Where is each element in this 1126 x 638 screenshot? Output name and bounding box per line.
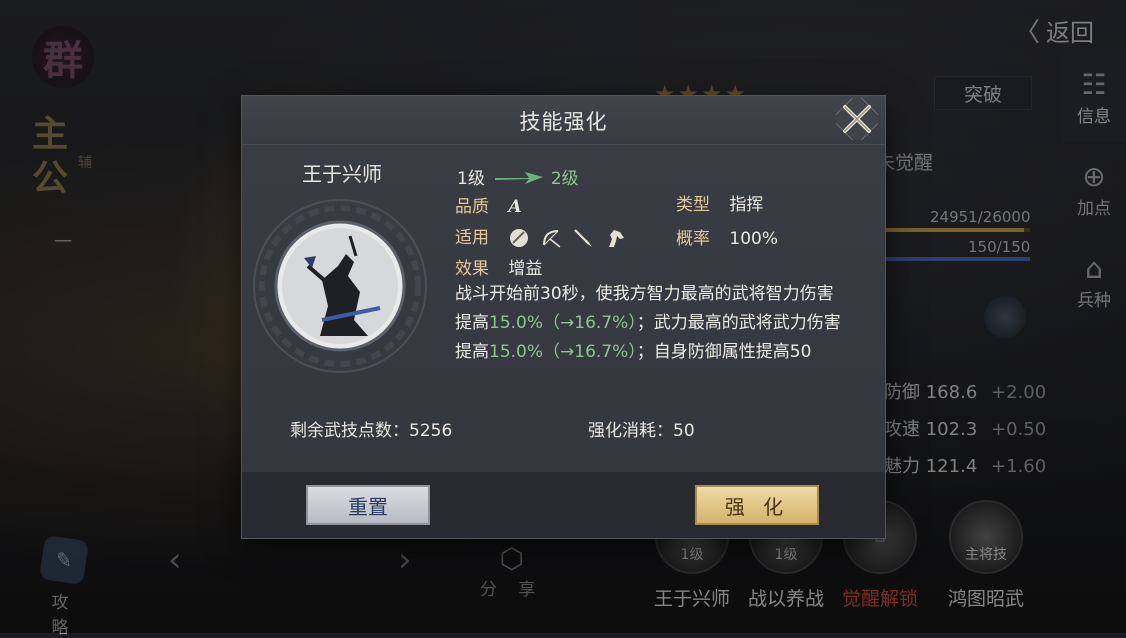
cost-value: 50 [673, 421, 695, 441]
type-label: 类型 [676, 195, 710, 215]
skill-description: 战斗开始前30秒，使我方智力最高的武将智力伤害提高15.0%（→16.7%）；武… [455, 280, 847, 367]
desc-increase: 15.0%（→16.7%） [489, 342, 637, 362]
close-icon[interactable] [836, 98, 878, 140]
points-value: 5256 [409, 421, 453, 441]
level-change: 1级 2级 [457, 164, 579, 189]
level-to: 2级 [550, 169, 579, 189]
chance-row: 概率 100% [676, 224, 778, 249]
cost-label: 强化消耗： [588, 421, 673, 441]
quality-row: 品质 A [455, 192, 522, 217]
upgrade-cost: 强化消耗：50 [588, 416, 695, 441]
quality-label: 品质 [455, 197, 489, 217]
apply-row: 适用 [455, 223, 626, 249]
reset-button[interactable]: 重置 [306, 485, 430, 525]
type-value: 指挥 [729, 195, 764, 215]
effect-label: 效果 [455, 259, 489, 279]
points-label: 剩余武技点数： [290, 421, 409, 441]
chance-value: 100% [729, 229, 779, 249]
effect-row: 效果 增益 [455, 254, 542, 279]
skill-upgrade-dialog: 技能强化 王于兴师 1级 2级 品质 A 类型 指挥 适用 概率 100% 效果… [241, 95, 886, 539]
effect-value: 增益 [508, 259, 543, 279]
desc-increase: 15.0%（→16.7%） [489, 313, 637, 333]
bow-icon [543, 230, 561, 248]
dialog-title: 技能强化 [519, 110, 608, 134]
apply-label: 适用 [455, 228, 489, 248]
level-from: 1级 [457, 169, 485, 189]
skill-name: 王于兴师 [302, 162, 382, 186]
shield-icon [510, 229, 529, 247]
desc-text: ；自身防御属性提高50 [636, 342, 812, 362]
skill-medal-icon [253, 199, 427, 373]
chance-label: 概率 [676, 229, 710, 249]
remaining-points: 剩余武技点数：5256 [290, 416, 452, 441]
type-row: 类型 指挥 [676, 190, 763, 215]
level-up-arrow-icon [494, 171, 543, 184]
horse-icon [609, 230, 625, 247]
quality-value: A [508, 197, 522, 217]
upgrade-button[interactable]: 强 化 [695, 485, 819, 525]
spear-icon [574, 229, 593, 247]
